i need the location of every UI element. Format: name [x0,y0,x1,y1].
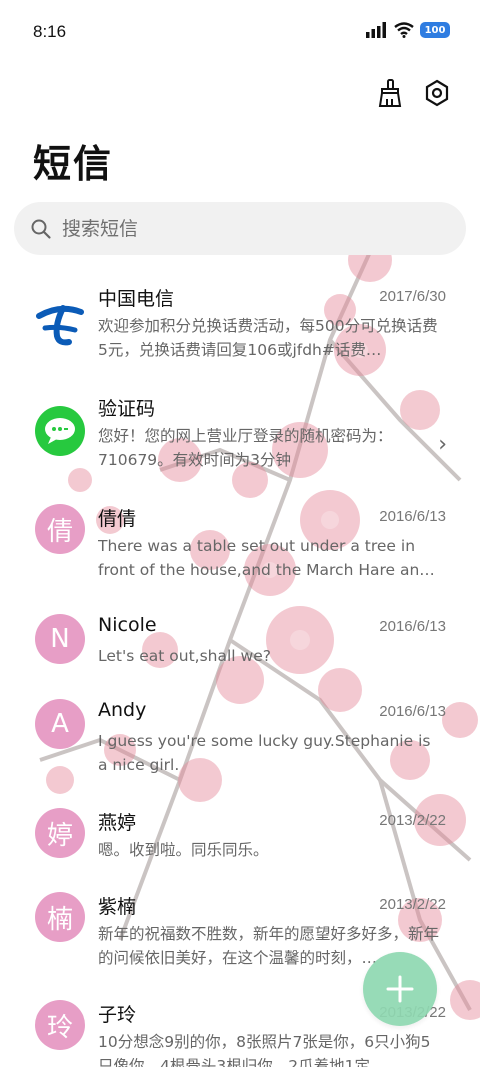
message-date: 2017/6/30 [379,288,446,305]
plus-icon [386,975,414,1003]
contact-name: 燕婷 [98,812,137,834]
status-bar: 8:16 100 [0,0,480,66]
avatar: 楠 [35,892,85,942]
avatar [35,406,85,456]
avatar: 倩 [35,504,85,554]
contact-name: 子玲 [98,1004,137,1026]
wifi-icon [394,22,414,38]
clean-button[interactable] [375,78,405,108]
contact-name: Andy [98,699,147,721]
message-preview: There was a table set out under a tree i… [98,537,435,579]
conversation-row[interactable]: 婷 燕婷 2013/2/22 嗯。收到啦。同乐同乐。 [0,808,480,878]
status-time: 8:16 [33,22,67,41]
broom-icon [378,79,402,107]
message-preview: 欢迎参加积分兑换话费活动，每500分可兑换话费5元，兑换话费请回复106或jfd… [98,317,438,359]
avatar: 婷 [35,808,85,858]
message-date: 2013/2/22 [379,812,446,829]
message-preview: 10分想念9别的你，8张照片7张是你，6只小狗5只像你，4根骨头3根归你，2爪着… [98,1033,431,1067]
gear-icon [425,79,449,107]
top-actions [375,78,452,108]
avatar: N [35,614,85,664]
china-telecom-logo [36,305,84,346]
message-date: 2016/6/13 [379,703,446,720]
avatar [35,298,85,348]
signal-icon [366,22,386,38]
search-bar[interactable] [14,202,466,255]
chevron-right-icon: › [438,432,447,457]
conversation-row[interactable]: 中国电信 2017/6/30 欢迎参加积分兑换话费活动，每500分可兑换话费5元… [0,284,480,374]
avatar: A [35,699,85,749]
conversation-row[interactable]: 验证码 您好！您的网上营业厅登录的随机密码为：710679。有效时间为3分钟 › [0,394,480,484]
avatar: 玲 [35,1000,85,1050]
message-preview: 您好！您的网上营业厅登录的随机密码为：710679。有效时间为3分钟 [98,427,393,469]
conversation-row[interactable]: N Nicole 2016/6/13 Let's eat out,shall w… [0,614,480,684]
page-title: 短信 [33,142,114,186]
conversation-row[interactable]: A Andy 2016/6/13 I guess you're some luc… [0,699,480,789]
message-preview: I guess you're some lucky guy.Stephanie … [98,732,431,774]
contact-name: 中国电信 [98,288,175,310]
search-icon [31,219,51,239]
message-date: 2013/2/22 [379,896,446,913]
message-date: 2016/6/13 [379,618,446,635]
contact-name: Nicole [98,614,157,636]
battery-indicator: 100 [420,22,450,38]
new-message-button[interactable] [363,952,437,1026]
message-preview: 嗯。收到啦。同乐同乐。 [98,841,269,859]
contact-name: 倩倩 [98,508,137,530]
contact-name: 验证码 [98,398,156,420]
search-input[interactable] [60,216,424,241]
message-preview: Let's eat out,shall we? [98,647,271,665]
message-date: 2016/6/13 [379,508,446,525]
status-icons: 100 [366,22,450,38]
message-bubble-icon [45,418,75,444]
contact-name: 紫楠 [98,896,137,918]
settings-button[interactable] [422,78,452,108]
conversation-row[interactable]: 倩 倩倩 2016/6/13 There was a table set out… [0,504,480,594]
